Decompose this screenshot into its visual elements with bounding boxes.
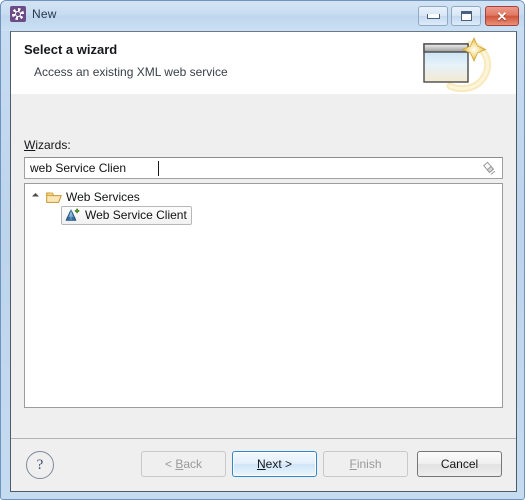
next-button[interactable]: Next > — [232, 451, 317, 477]
clear-eraser-icon[interactable] — [482, 161, 497, 176]
wizard-content: Wizards: web Service Clien Web Services … — [11, 94, 516, 438]
tree-item-web-service-client[interactable]: Web Service Client — [61, 205, 192, 225]
back-button[interactable]: < Back — [141, 451, 226, 477]
cancel-button[interactable]: Cancel — [417, 451, 502, 477]
wizard-tree[interactable]: Web Services Web Service Client — [24, 183, 503, 408]
wizard-filter-input[interactable]: web Service Clien — [24, 157, 503, 179]
wizard-window-sparkle-icon — [418, 32, 510, 94]
wizard-header: Select a wizard Access an existing XML w… — [11, 32, 516, 95]
tree-item-label: Web Service Client — [85, 208, 187, 222]
next-button-label: Next > — [256, 457, 293, 471]
tree-item-web-services[interactable]: Web Services — [33, 188, 140, 206]
wizards-label-mnemonic: W — [24, 138, 36, 152]
page-subtitle: Access an existing XML web service — [34, 65, 228, 79]
web-service-client-icon — [64, 208, 81, 223]
finish-button-label: Finish — [349, 457, 382, 471]
text-caret — [158, 161, 159, 176]
tree-item-selected-box[interactable]: Web Service Client — [61, 205, 192, 225]
wizard-filter-value: web Service Clien — [30, 161, 127, 175]
wizards-label: Wizards: — [24, 138, 71, 152]
dialog-body: Select a wizard Access an existing XML w… — [10, 31, 517, 492]
title-bar-left: New — [10, 6, 57, 22]
close-button[interactable]: ✕ — [485, 6, 519, 26]
window-title: New — [32, 7, 57, 21]
close-icon: ✕ — [496, 8, 508, 24]
maximize-button[interactable] — [451, 6, 481, 26]
help-button[interactable]: ? — [26, 451, 54, 479]
chevron-down-icon[interactable] — [33, 193, 42, 202]
title-bar: New ✕ — [1, 1, 524, 31]
gear-icon — [10, 6, 26, 22]
tree-item-label: Web Services — [66, 190, 140, 204]
maximize-icon — [460, 11, 472, 21]
open-folder-icon — [46, 190, 62, 204]
dialog-button-bar: ? < Back Next > Finish Cancel — [11, 438, 516, 491]
dialog-window: New ✕ Select a wizard Access an existing… — [0, 0, 525, 500]
minimize-button[interactable] — [418, 6, 448, 26]
back-button-label: < Back — [164, 457, 203, 471]
cancel-button-label: Cancel — [440, 457, 479, 471]
finish-button[interactable]: Finish — [323, 451, 408, 477]
minimize-icon — [426, 13, 440, 19]
help-icon: ? — [36, 456, 44, 473]
wizards-label-rest: izards: — [35, 138, 71, 152]
page-title: Select a wizard — [24, 42, 118, 57]
